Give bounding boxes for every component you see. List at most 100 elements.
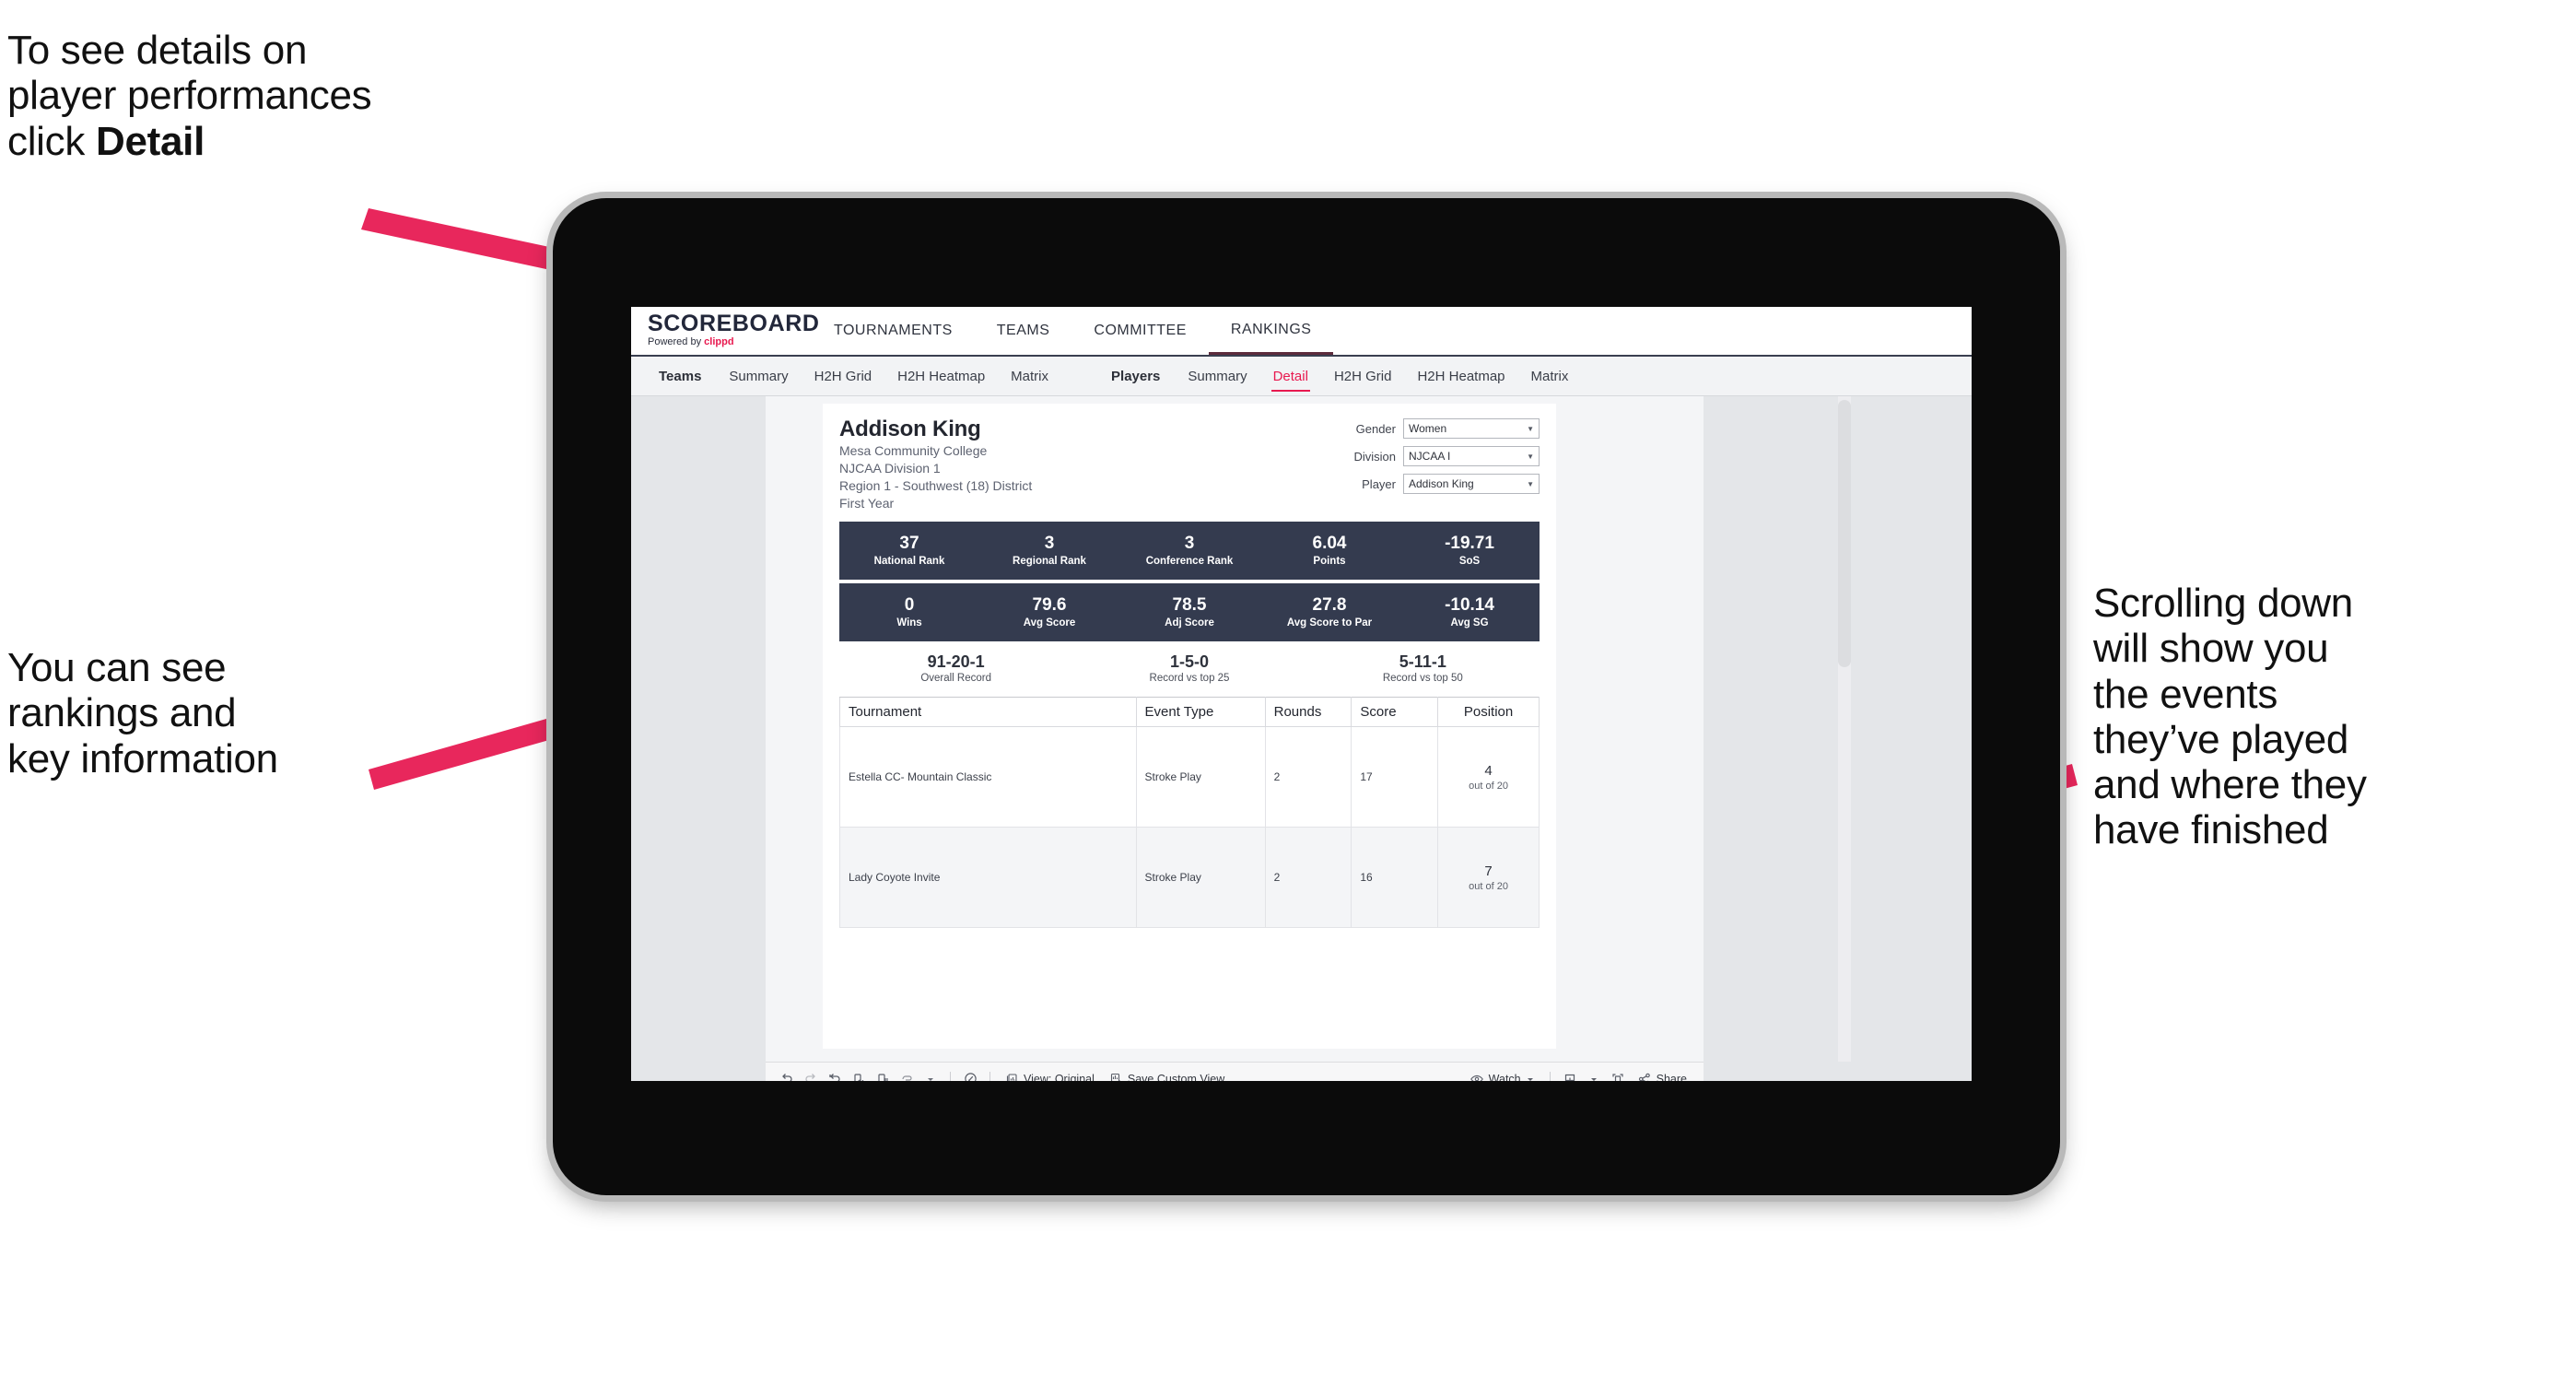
division-dropdown[interactable]: NJCAA I ▼ (1403, 446, 1540, 466)
tab-players-summary[interactable]: Summary (1175, 357, 1259, 395)
column-header-rounds[interactable]: Rounds (1264, 697, 1352, 728)
tab-players-matrix[interactable]: Matrix (1518, 357, 1582, 395)
record-vs-top-25: 1-5-0 Record vs top 25 (1072, 652, 1306, 685)
stat-conference-rank-label: Conference Rank (1145, 555, 1234, 567)
viz-scrollbar-thumb[interactable] (1838, 400, 1851, 667)
stat-national-rank-value: 37 (899, 534, 919, 554)
record-overall-value: 91-20-1 (927, 652, 985, 671)
record-vs-top-50: 5-11-1 Record vs top 50 (1306, 652, 1540, 685)
topnav-tournaments-label: TOURNAMENTS (834, 323, 953, 338)
cell-position-field: out of 20 (1469, 880, 1508, 892)
topnav-teams[interactable]: TEAMS (975, 307, 1072, 355)
save-custom-view-button[interactable]: Save Custom View (1102, 1072, 1232, 1081)
table-row[interactable]: Lady Coyote Invite Stroke Play 2 16 7 ou… (839, 827, 1540, 929)
topnav-tournaments[interactable]: TOURNAMENTS (812, 307, 975, 355)
toolbar-divider (950, 1071, 951, 1081)
stat-avg-score: 79.6 Avg Score (979, 595, 1119, 628)
teams-tab-group: Teams Summary H2H Grid H2H Heatmap Matri… (644, 357, 1061, 395)
column-header-tournament[interactable]: Tournament (839, 697, 1137, 728)
cell-position: 7 out of 20 (1437, 827, 1540, 929)
tab-players-h2h-heatmap[interactable]: H2H Heatmap (1404, 357, 1517, 395)
stat-avg-sg-value: -10.14 (1445, 595, 1494, 616)
view-original-button[interactable]: View: Original (998, 1072, 1102, 1081)
tab-teams-summary[interactable]: Summary (716, 357, 801, 395)
cell-position-value: 7 (1484, 863, 1493, 879)
pause-refresh-icon[interactable] (871, 1067, 895, 1081)
column-header-score[interactable]: Score (1351, 697, 1439, 728)
refresh-data-icon[interactable] (847, 1067, 871, 1081)
stat-sos: -19.71 SoS (1399, 534, 1540, 567)
record-vs-top-25-value: 1-5-0 (1169, 652, 1209, 671)
pause-auto-update-icon[interactable] (895, 1067, 919, 1082)
records-row: 91-20-1 Overall Record 1-5-0 Record vs t… (839, 652, 1540, 685)
share-button[interactable]: Share (1630, 1072, 1694, 1082)
undo-icon[interactable] (775, 1067, 799, 1081)
teams-group-label: Teams (659, 368, 702, 384)
tab-teams-h2h-grid[interactable]: H2H Grid (802, 357, 885, 395)
topnav-rankings[interactable]: RANKINGS (1208, 307, 1334, 355)
redo-icon[interactable] (799, 1067, 823, 1081)
highlight-icon[interactable] (958, 1067, 982, 1081)
stat-points-value: 6.04 (1312, 534, 1347, 554)
pause-dropdown-caret-icon[interactable] (919, 1067, 943, 1082)
download-dropdown-caret-icon[interactable] (1582, 1067, 1606, 1082)
player-region: Region 1 - Southwest (18) District (839, 477, 1033, 493)
cell-score: 17 (1351, 726, 1439, 828)
stat-points-label: Points (1313, 555, 1346, 567)
stat-avg-score-label: Avg Score (1023, 617, 1076, 628)
stat-regional-rank: 3 Regional Rank (979, 534, 1119, 567)
download-icon[interactable] (1558, 1067, 1582, 1081)
stat-national-rank: 37 National Rank (839, 534, 979, 567)
stat-avg-score-to-par: 27.8 Avg Score to Par (1259, 595, 1399, 628)
players-group-label: Players (1111, 368, 1161, 384)
filter-panel: Gender Women ▼ Division NJCAA I ▼ Player… (1328, 417, 1540, 512)
app-header: SCOREBOARD Powered by clippd TOURNAMENTS… (631, 307, 1972, 357)
record-overall: 91-20-1 Overall Record (839, 652, 1072, 685)
cell-event-type: Stroke Play (1135, 726, 1266, 828)
cell-event-type: Stroke Play (1135, 827, 1266, 929)
table-row[interactable]: Estella CC- Mountain Classic Stroke Play… (839, 726, 1540, 828)
share-label: Share (1656, 1072, 1687, 1082)
column-header-position[interactable]: Position (1437, 697, 1540, 728)
gender-dropdown[interactable]: Women ▼ (1403, 418, 1540, 439)
players-tab-group: Players Summary Detail H2H Grid H2H Heat… (1096, 357, 1581, 395)
stat-conference-rank: 3 Conference Rank (1119, 534, 1259, 567)
tab-players-detail[interactable]: Detail (1260, 357, 1321, 395)
brand-logo[interactable]: SCOREBOARD Powered by clippd (631, 307, 819, 355)
viz-card: Addison King Mesa Community College NJCA… (766, 396, 1851, 1062)
watch-button[interactable]: Watch (1462, 1072, 1542, 1081)
gender-value: Women (1409, 422, 1447, 435)
record-overall-label: Overall Record (920, 673, 992, 685)
callout-right: Scrolling down will show you the events … (2093, 581, 2367, 853)
tab-teams-matrix[interactable]: Matrix (998, 357, 1061, 395)
tab-teams-h2h-heatmap[interactable]: H2H Heatmap (884, 357, 998, 395)
record-vs-top-50-value: 5-11-1 (1399, 652, 1446, 671)
powered-by-text: Powered by (648, 336, 705, 348)
tablet-screen: SCOREBOARD Powered by clippd TOURNAMENTS… (631, 307, 1972, 1081)
cell-score: 16 (1351, 827, 1439, 929)
cell-rounds: 2 (1264, 726, 1352, 828)
filter-gender-label: Gender (1355, 421, 1396, 436)
player-value: Addison King (1409, 477, 1474, 490)
stat-adj-score-label: Adj Score (1165, 617, 1214, 628)
record-vs-top-50-label: Record vs top 50 (1382, 673, 1463, 685)
revert-icon[interactable] (823, 1067, 847, 1081)
stats-band-rankings: 37 National Rank 3 Regional Rank 3 Confe… (839, 521, 1540, 580)
player-name: Addison King (839, 417, 981, 441)
topnav-committee[interactable]: COMMITTEE (1071, 307, 1209, 355)
topnav-rankings-label: RANKINGS (1230, 321, 1312, 337)
player-dropdown[interactable]: Addison King ▼ (1403, 474, 1540, 494)
tab-players-h2h-grid[interactable]: H2H Grid (1321, 357, 1405, 395)
toolbar-divider (989, 1071, 990, 1081)
tournaments-table: Tournament Event Type Rounds Score Posit… (839, 697, 1540, 929)
stats-band-performance: 0 Wins 79.6 Avg Score 78.5 Adj Score 27.… (839, 582, 1540, 641)
stat-sos-value: -19.71 (1445, 534, 1494, 554)
brand-subtitle: Powered by clippd (648, 336, 812, 347)
stat-wins-value: 0 (904, 595, 915, 616)
clippd-name: clippd (704, 336, 734, 348)
cell-rounds: 2 (1264, 827, 1352, 929)
column-header-event-type[interactable]: Event Type (1135, 697, 1266, 728)
division-value: NJCAA I (1409, 450, 1451, 463)
chevron-down-icon: ▼ (1527, 424, 1534, 433)
fullscreen-icon[interactable] (1606, 1067, 1630, 1081)
